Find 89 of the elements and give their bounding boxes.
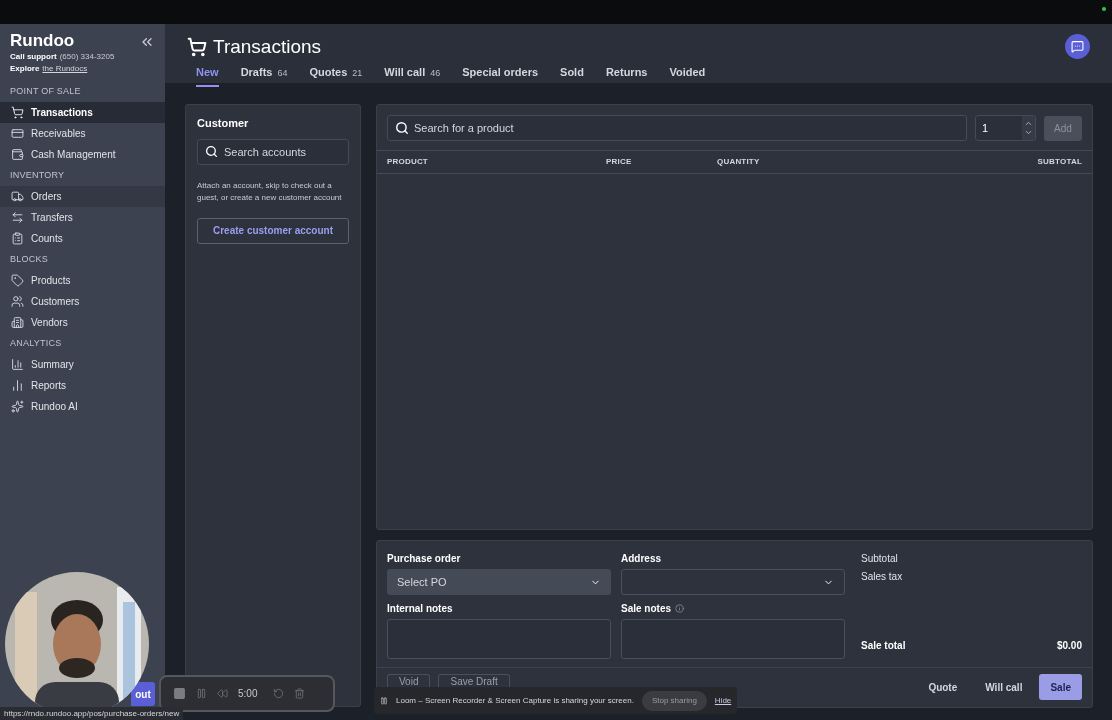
support-label: Call support (10, 51, 57, 63)
column-header: PRODUCT (387, 156, 429, 168)
docs-link[interactable]: the Rundocs (42, 63, 88, 75)
rewind-icon[interactable] (217, 688, 228, 699)
checkout-button[interactable]: out (131, 682, 155, 706)
sidebar-item[interactable]: Vendors (0, 312, 165, 333)
section-heading: BLOCKS (9, 252, 49, 266)
sidebar-item[interactable]: Cash Management (0, 144, 165, 165)
chart-icon (11, 358, 24, 371)
section-heading: INVENTORY (9, 168, 66, 182)
pause-icon[interactable] (196, 688, 207, 699)
sidebar-item[interactable]: Rundoo AI (0, 396, 165, 417)
sidebar-item[interactable]: Counts (0, 228, 165, 249)
action-button[interactable]: Will call (974, 674, 1034, 700)
sharing-message: Loom – Screen Recorder & Screen Capture is sharing your screen. (396, 694, 634, 707)
tag-icon (11, 274, 24, 287)
action-button[interactable]: Sale (1039, 674, 1082, 700)
tab[interactable]: Special orders (462, 64, 539, 87)
wallet-icon (11, 148, 24, 161)
sidebar-item[interactable]: Transfers (0, 207, 165, 228)
arrows-icon (11, 211, 24, 224)
stop-sharing-button[interactable]: Stop sharing (641, 690, 707, 711)
total-value: $0.00 (1056, 639, 1082, 653)
chat-icon (1071, 40, 1084, 53)
column-header: SUBTOTAL (1037, 156, 1082, 168)
pause-icon (380, 696, 388, 705)
account-search-field[interactable]: Search accounts (197, 138, 349, 165)
subtotal-label: Subtotal (861, 552, 899, 566)
sale-notes-field[interactable] (621, 619, 845, 659)
chat-button[interactable] (1065, 34, 1090, 59)
sidebar-item[interactable]: Reports (0, 375, 165, 396)
card-icon (11, 127, 24, 140)
column-header: PRICE (606, 156, 633, 168)
tab[interactable]: Voided (669, 64, 706, 87)
tab-count: 21 (352, 67, 363, 80)
sparkle-icon (11, 400, 24, 413)
search-icon (395, 121, 409, 135)
recording-timer: 5:00 (238, 687, 258, 701)
tab-count: 46 (430, 67, 441, 80)
support-phone: (650) 334-3205 (59, 51, 115, 63)
purchase-order-select[interactable]: Select PO (387, 569, 611, 595)
restart-icon[interactable] (273, 688, 285, 699)
cart-icon (11, 106, 24, 119)
sidebar-item[interactable]: Orders (0, 186, 165, 207)
create-account-button[interactable]: Create customer account (197, 217, 349, 244)
sales-tax-label: Sales tax (861, 570, 904, 584)
tab[interactable]: Will call 46 (384, 64, 441, 87)
trash-icon[interactable] (294, 688, 306, 699)
internal-notes-field[interactable] (387, 619, 611, 659)
info-icon[interactable] (675, 604, 685, 613)
tab-count: 64 (277, 67, 288, 80)
sidebar-item[interactable]: Summary (0, 354, 165, 375)
product-search-field[interactable]: Search for a product (387, 115, 967, 141)
section-heading: ANALYTICS (9, 336, 63, 350)
sidebar-item[interactable]: Receivables (0, 123, 165, 144)
column-header: QUANTITY (717, 156, 761, 168)
cart-icon (187, 36, 207, 57)
app-logo: Rundoo (10, 31, 76, 51)
clipboard-icon (11, 232, 24, 245)
tab[interactable]: New (196, 64, 219, 87)
page-title: Transactions (213, 34, 322, 59)
field-label: Sale notes (621, 602, 672, 616)
section-heading: POINT OF SALE (9, 84, 82, 98)
bar-chart-icon (11, 379, 24, 392)
tab[interactable]: Returns (605, 64, 648, 87)
tab[interactable]: Sold (560, 64, 584, 87)
status-url: https://rndo.rundoo.app/pos/purchase-orders/new (0, 707, 184, 720)
action-button[interactable]: Quote (917, 674, 969, 700)
field-label: Internal notes (387, 602, 454, 616)
total-label: Sale total (861, 639, 906, 653)
increment-icon[interactable] (1024, 119, 1033, 128)
field-label: Address (621, 552, 662, 566)
truck-icon (11, 190, 24, 203)
tab[interactable]: Quotes 21 (309, 64, 363, 87)
decrement-icon[interactable] (1024, 128, 1033, 137)
sidebar-item[interactable]: Customers (0, 291, 165, 312)
sidebar-item[interactable]: Transactions (0, 102, 165, 123)
stop-icon[interactable] (173, 687, 186, 700)
explore-label: Explore (10, 63, 40, 75)
hide-link[interactable]: Hide (714, 694, 732, 707)
search-icon (205, 144, 218, 158)
sidebar-item[interactable]: Products (0, 270, 165, 291)
people-icon (11, 295, 24, 308)
building-icon (11, 316, 24, 329)
customer-hint: Attach an account, skip to check out a guest, or create a new customer account (197, 179, 343, 204)
address-select[interactable] (621, 569, 845, 595)
panel-title: Customer (197, 116, 250, 131)
tab[interactable]: Drafts 64 (240, 64, 288, 87)
field-label: Purchase order (387, 552, 462, 566)
